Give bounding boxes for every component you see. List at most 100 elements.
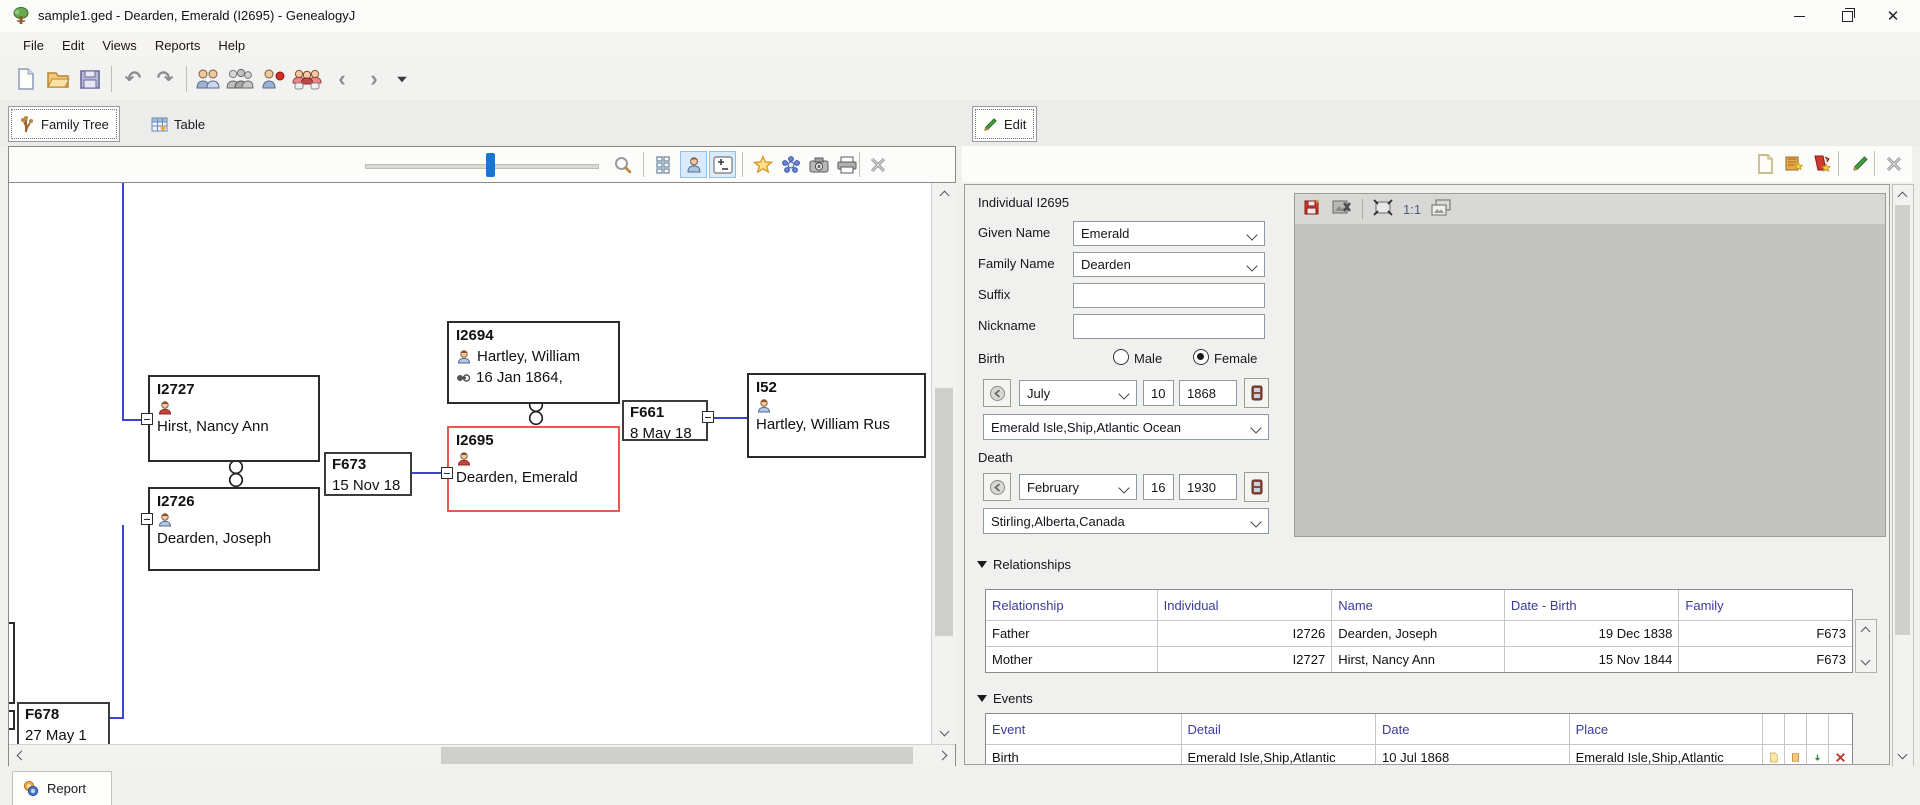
scroll-down-arrow[interactable] <box>1893 748 1911 764</box>
col-date[interactable]: Date <box>1376 714 1570 744</box>
person-box-i52[interactable]: I52 Hartley, William Rus <box>747 373 926 458</box>
scrollbar-thumb[interactable] <box>935 388 953 636</box>
fit-to-window-icon[interactable] <box>1373 199 1393 219</box>
event-media-icon[interactable] <box>1807 745 1830 764</box>
edit-mode-pencil-icon[interactable] <box>1846 150 1873 177</box>
connector-handle[interactable] <box>141 513 153 525</box>
close-button[interactable]: ✕ <box>1870 0 1916 32</box>
death-calendar-toggle-button[interactable] <box>983 473 1011 501</box>
col-detail[interactable]: Detail <box>1182 714 1377 744</box>
scroll-up-arrow[interactable] <box>932 185 956 203</box>
female-radio[interactable] <box>1193 349 1209 365</box>
given-name-combo[interactable]: Emerald <box>1073 221 1265 246</box>
back-button[interactable]: ‹ <box>326 64 358 94</box>
open-file-button[interactable] <box>42 64 74 94</box>
save-media-icon[interactable] <box>1303 199 1322 219</box>
maximize-button[interactable] <box>1824 0 1870 32</box>
new-individual-icon[interactable] <box>192 64 224 94</box>
family-box-f661[interactable]: F661 8 May 18 <box>622 400 708 441</box>
event-row-birth[interactable]: Birth Emerald Isle,Ship,Atlantic 10 Jul … <box>986 745 1852 764</box>
undo-button[interactable]: ↶ <box>117 64 149 94</box>
female-radio-label[interactable]: Female <box>1214 351 1257 366</box>
relationship-row-father[interactable]: Father I2726 Dearden, Joseph 19 Dec 1838… <box>986 621 1852 647</box>
male-radio-label[interactable]: Male <box>1134 351 1162 366</box>
person-box-i2726[interactable]: I2726 Dearden, Joseph <box>148 487 320 571</box>
relationships-scrollbar[interactable] <box>1855 619 1877 673</box>
bookmark-star-icon[interactable] <box>749 151 776 178</box>
tab-table[interactable]: Table <box>140 106 217 142</box>
snapshot-camera-icon[interactable] <box>805 151 832 178</box>
scrollbar-thumb[interactable] <box>441 747 913 764</box>
family-name-combo[interactable]: Dearden <box>1073 252 1265 277</box>
tree-canvas[interactable]: I2727 Hirst, Nancy Ann I2726 Dearden, Jo… <box>9 183 930 744</box>
person-box-i2727[interactable]: I2727 Hirst, Nancy Ann <box>148 375 320 462</box>
scrollbar-thumb[interactable] <box>1895 205 1910 635</box>
menu-file[interactable]: File <box>14 32 53 58</box>
forward-button[interactable]: › <box>358 64 390 94</box>
col-relationship[interactable]: Relationship <box>986 590 1158 620</box>
relationship-row-mother[interactable]: Mother I2727 Hirst, Nancy Ann 15 Nov 184… <box>986 647 1852 672</box>
nickname-input[interactable] <box>1073 314 1265 339</box>
col-individual[interactable]: Individual <box>1158 590 1333 620</box>
death-day-input[interactable] <box>1143 474 1174 500</box>
one-to-one-zoom-label[interactable]: 1:1 <box>1403 202 1421 217</box>
events-section-header[interactable]: Events <box>977 691 1033 706</box>
new-family-icon[interactable] <box>288 64 326 94</box>
remove-media-icon[interactable] <box>1332 199 1352 219</box>
overview-grid-icon[interactable] <box>651 151 678 178</box>
minimize-button[interactable] <box>1776 0 1822 32</box>
menu-edit[interactable]: Edit <box>53 32 93 58</box>
family-box-f673[interactable]: F673 15 Nov 18 <box>324 452 412 496</box>
zoom-slider-track[interactable] <box>365 164 599 169</box>
zoom-slider-handle[interactable] <box>486 153 495 177</box>
person-box-i2694[interactable]: I2694 Hartley, William 16 Jan 1864, <box>447 321 620 404</box>
col-family[interactable]: Family <box>1679 590 1852 620</box>
connector-handle[interactable] <box>441 467 453 479</box>
connector-handle[interactable] <box>141 413 153 425</box>
male-radio[interactable] <box>1113 349 1129 365</box>
col-date-birth[interactable]: Date - Birth <box>1505 590 1680 620</box>
close-view-icon[interactable] <box>1880 150 1907 177</box>
birth-year-input[interactable] <box>1179 380 1237 406</box>
birth-place-combo[interactable]: Emerald Isle,Ship,Atlantic Ocean <box>983 414 1269 440</box>
scroll-down-arrow[interactable] <box>932 724 956 742</box>
scroll-up-arrow[interactable] <box>1893 187 1911 203</box>
history-dropdown-icon[interactable] <box>390 64 414 94</box>
redo-button[interactable]: ↷ <box>149 64 181 94</box>
scroll-down-arrow[interactable] <box>1856 654 1874 670</box>
birth-source-button[interactable] <box>1244 378 1269 408</box>
save-button[interactable] <box>74 64 106 94</box>
tab-family-tree[interactable]: Family Tree <box>8 106 120 142</box>
delete-record-icon[interactable] <box>1808 150 1835 177</box>
death-source-button[interactable] <box>1244 472 1269 502</box>
scroll-right-arrow[interactable] <box>935 745 953 766</box>
event-source-icon[interactable] <box>1763 745 1786 764</box>
all-media-icon[interactable] <box>1431 199 1453 220</box>
death-month-combo[interactable]: February <box>1019 474 1137 500</box>
scroll-up-arrow[interactable] <box>1856 622 1874 638</box>
birth-day-input[interactable] <box>1143 380 1174 406</box>
tab-edit[interactable]: Edit <box>972 106 1038 142</box>
close-view-icon[interactable] <box>864 151 891 178</box>
expand-collapse-toggle[interactable] <box>709 151 736 178</box>
event-note-icon[interactable] <box>1785 745 1808 764</box>
tree-vertical-scrollbar[interactable] <box>931 183 956 744</box>
tab-report[interactable]: Report <box>12 771 112 805</box>
col-event[interactable]: Event <box>986 714 1182 744</box>
edit-panel-scrollbar[interactable] <box>1892 184 1914 767</box>
scroll-left-arrow[interactable] <box>11 745 29 766</box>
person-box-i2695-selected[interactable]: I2695 Dearden, Emerald <box>447 426 620 512</box>
menu-help[interactable]: Help <box>209 32 254 58</box>
col-place[interactable]: Place <box>1570 714 1764 744</box>
suffix-input[interactable] <box>1073 283 1265 308</box>
settings-gear-icon[interactable] <box>777 151 804 178</box>
event-delete-icon[interactable] <box>1829 745 1852 764</box>
new-record-icon[interactable] <box>1752 150 1779 177</box>
new-file-button[interactable] <box>10 64 42 94</box>
print-icon[interactable] <box>833 151 860 178</box>
death-place-combo[interactable]: Stirling,Alberta,Canada <box>983 508 1269 534</box>
add-bookmark-icon[interactable] <box>1780 150 1807 177</box>
death-year-input[interactable] <box>1179 474 1237 500</box>
menu-reports[interactable]: Reports <box>146 32 210 58</box>
show-individuals-toggle[interactable] <box>680 151 707 178</box>
